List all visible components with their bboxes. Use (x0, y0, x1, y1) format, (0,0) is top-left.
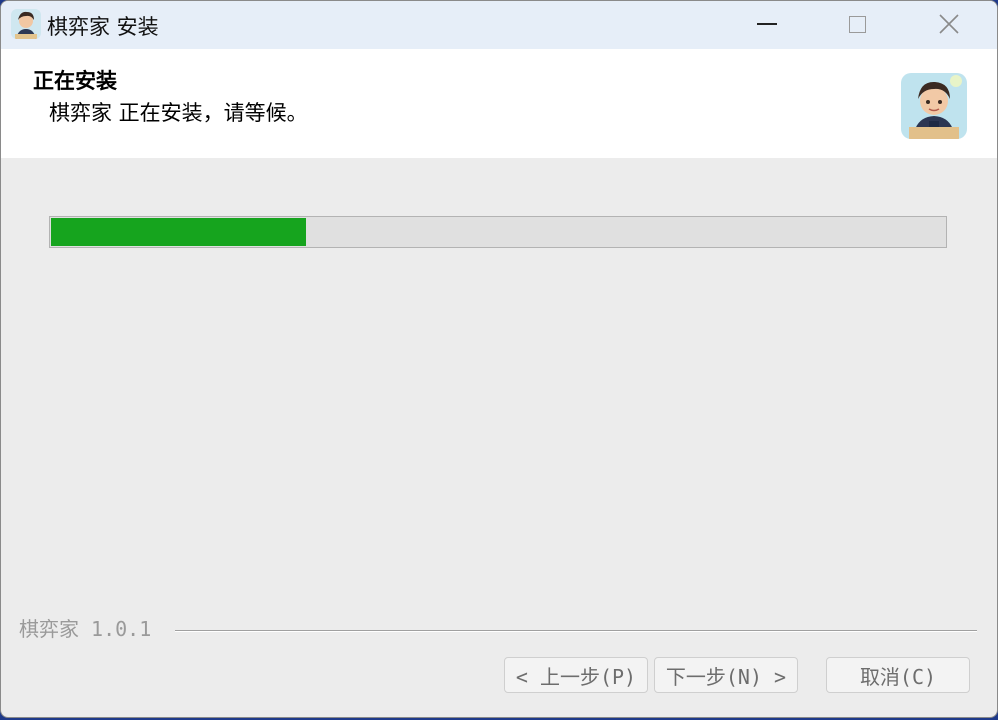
page-title: 正在安装 (33, 69, 117, 93)
product-logo-icon (901, 73, 967, 139)
maximize-button[interactable] (811, 1, 903, 47)
title-bar: 棋弈家 安装 (1, 1, 997, 49)
install-progress-bar (49, 216, 947, 248)
header-divider (1, 157, 997, 158)
header-panel: 正在安装 棋弈家 正在安装，请等候。 (1, 49, 997, 158)
brand-version-label: 棋弈家 1.0.1 (19, 617, 152, 641)
back-button[interactable]: < 上一步(P) (504, 657, 648, 693)
close-button[interactable] (903, 1, 995, 47)
window-title: 棋弈家 安装 (47, 15, 159, 39)
page-subtitle: 棋弈家 正在安装，请等候。 (49, 101, 308, 125)
installer-window: 棋弈家 安装 正在安装 棋弈家 正在安装，请等候。 棋弈家 1.0.1 < 上一… (0, 0, 998, 718)
minimize-icon (757, 23, 777, 25)
close-icon (939, 14, 959, 34)
progress-fill (51, 218, 306, 246)
cancel-button[interactable]: 取消(C) (826, 657, 970, 693)
next-button[interactable]: 下一步(N) > (654, 657, 798, 693)
app-avatar-icon (11, 9, 41, 39)
minimize-button[interactable] (721, 1, 813, 47)
footer-divider (175, 630, 977, 632)
maximize-icon (848, 15, 866, 33)
